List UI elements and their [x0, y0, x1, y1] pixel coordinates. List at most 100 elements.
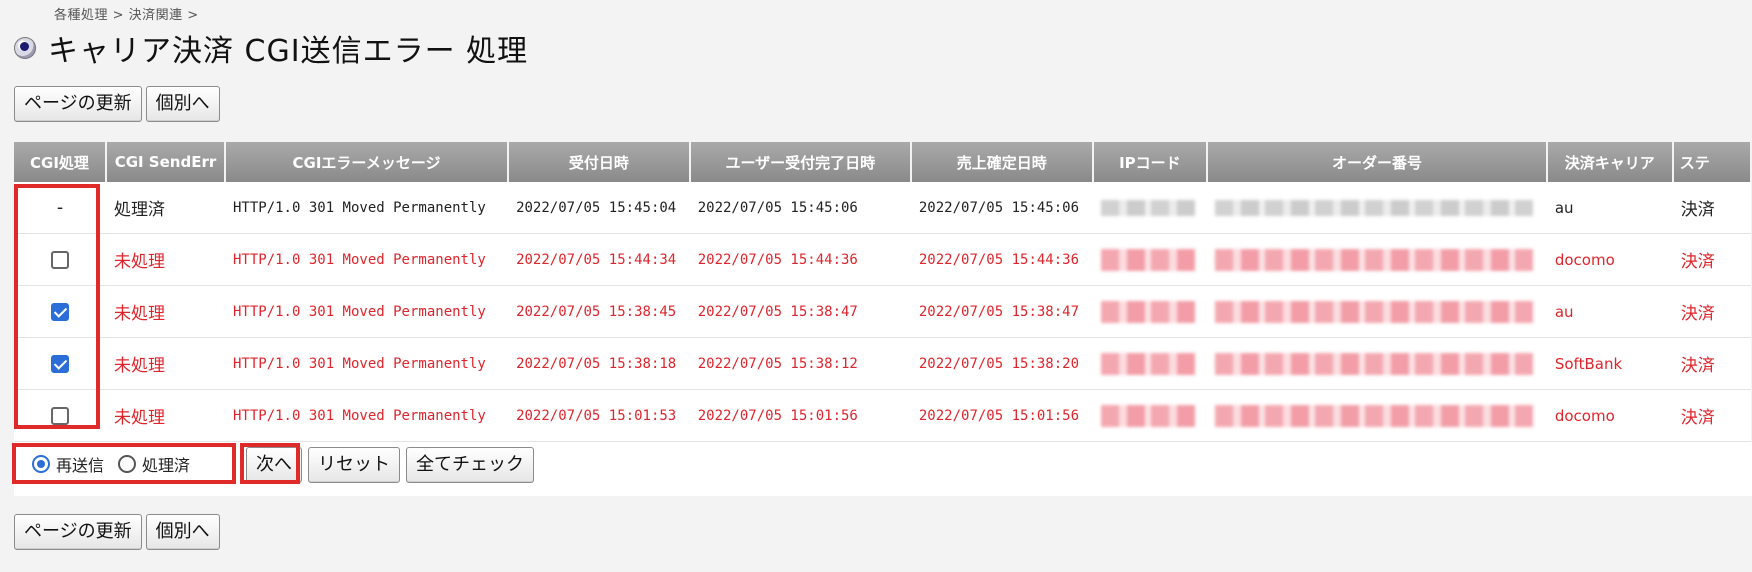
table-row: - 処理済 HTTP/1.0 301 Moved Permanently 202…: [14, 182, 1751, 234]
table-row: 未処理 HTTP/1.0 301 Moved Permanently 2022/…: [14, 233, 1751, 286]
carrier-cell: au: [1546, 285, 1673, 338]
order-number-cell: [1207, 233, 1547, 286]
received-cell: 2022/07/05 15:38:45: [508, 285, 690, 338]
order-number-cell: [1207, 337, 1547, 390]
row-checkbox[interactable]: [50, 354, 69, 373]
next-button[interactable]: 次へ: [246, 447, 302, 483]
status-cell: 決済: [1672, 182, 1751, 234]
header-cgi-error-message: CGIエラーメッセージ: [224, 142, 510, 182]
row-checkbox[interactable]: [50, 406, 69, 425]
top-button-row: ページの更新 個別へ: [14, 86, 220, 122]
ip-code-cell: [1092, 337, 1208, 390]
message-cell: HTTP/1.0 301 Moved Permanently: [224, 389, 509, 442]
title-row: キャリア決済 CGI送信エラー 処理: [14, 26, 528, 70]
header-user-complete-datetime: ユーザー受付完了日時: [689, 142, 912, 182]
message-cell: HTTP/1.0 301 Moved Permanently: [224, 285, 509, 338]
send-err-cell: 処理済: [105, 182, 225, 234]
redacted-ip: [1100, 352, 1195, 375]
table-header-row: CGI処理 CGI SendErr CGIエラーメッセージ 受付日時 ユーザー受…: [14, 142, 1752, 182]
row-checkbox[interactable]: [50, 250, 69, 269]
order-number-cell: [1207, 285, 1547, 338]
ip-code-cell: [1092, 182, 1208, 234]
status-cell: 決済: [1672, 233, 1751, 286]
order-number-cell: [1207, 182, 1547, 234]
send-err-cell: 未処理: [105, 389, 225, 442]
message-cell: HTTP/1.0 301 Moved Permanently: [224, 233, 509, 286]
send-err-cell: 未処理: [105, 233, 225, 286]
header-cgi-process: CGI処理: [14, 142, 107, 182]
header-received-datetime: 受付日時: [508, 142, 691, 182]
send-err-cell: 未処理: [105, 285, 225, 338]
page-title: キャリア決済 CGI送信エラー 処理: [48, 34, 529, 69]
redacted-order: [1215, 199, 1534, 216]
redacted-ip: [1100, 300, 1195, 323]
resend-radio-label[interactable]: 再送信: [56, 452, 104, 476]
ip-code-cell: [1092, 389, 1208, 442]
user-done-cell: 2022/07/05 15:44:36: [689, 233, 911, 286]
carrier-cell: SoftBank: [1546, 337, 1673, 390]
header-order-number: オーダー番号: [1207, 142, 1548, 182]
row-check-cell: [14, 337, 106, 390]
send-err-cell: 未処理: [105, 337, 225, 390]
redacted-ip: [1100, 248, 1195, 271]
row-checkbox[interactable]: [50, 302, 69, 321]
received-cell: 2022/07/05 15:01:53: [508, 389, 690, 442]
header-sale-fixed-datetime: 売上確定日時: [910, 142, 1094, 182]
received-cell: 2022/07/05 15:45:04: [508, 182, 690, 234]
table-row: 未処理 HTTP/1.0 301 Moved Permanently 2022/…: [14, 389, 1751, 442]
redacted-order: [1215, 300, 1534, 323]
user-done-cell: 2022/07/05 15:45:06: [689, 182, 911, 234]
processed-radio-label[interactable]: 処理済: [142, 452, 190, 476]
header-ip-code: IPコード: [1092, 142, 1209, 182]
action-radio-group: 再送信 処理済: [14, 445, 204, 483]
ip-code-cell: [1092, 233, 1208, 286]
header-cgi-senderr: CGI SendErr: [105, 142, 226, 182]
redacted-ip: [1100, 404, 1195, 427]
title-bullet-icon: [14, 37, 36, 59]
reset-button[interactable]: リセット: [308, 447, 400, 483]
status-cell: 決済: [1672, 389, 1751, 442]
user-done-cell: 2022/07/05 15:38:12: [689, 337, 911, 390]
table-row: 未処理 HTTP/1.0 301 Moved Permanently 2022/…: [14, 337, 1751, 390]
processed-dash: -: [54, 197, 66, 218]
carrier-cell: au: [1546, 182, 1673, 234]
row-check-cell: [14, 389, 106, 442]
table-row: 未処理 HTTP/1.0 301 Moved Permanently 2022/…: [14, 285, 1751, 338]
carrier-cell: docomo: [1546, 233, 1673, 286]
bottom-button-row: ページの更新 個別へ: [14, 514, 220, 550]
header-status: ステ: [1672, 142, 1752, 182]
sale-fixed-cell: 2022/07/05 15:38:20: [910, 337, 1093, 390]
header-carrier: 決済キャリア: [1546, 142, 1674, 182]
redacted-ip: [1100, 199, 1195, 216]
sale-fixed-cell: 2022/07/05 15:01:56: [910, 389, 1093, 442]
row-check-cell: [14, 233, 106, 286]
individual-button[interactable]: 個別へ: [145, 86, 220, 122]
message-cell: HTTP/1.0 301 Moved Permanently: [224, 182, 509, 234]
check-all-button[interactable]: 全てチェック: [406, 447, 534, 483]
redacted-order: [1215, 404, 1534, 427]
redacted-order: [1215, 352, 1534, 375]
action-button-row: 次へ リセット 全てチェック: [246, 447, 534, 483]
refresh-button[interactable]: ページの更新: [14, 86, 142, 122]
individual-button-bottom[interactable]: 個別へ: [145, 514, 220, 550]
message-cell: HTTP/1.0 301 Moved Permanently: [224, 337, 509, 390]
sale-fixed-cell: 2022/07/05 15:38:47: [910, 285, 1093, 338]
received-cell: 2022/07/05 15:44:34: [508, 233, 690, 286]
user-done-cell: 2022/07/05 15:01:56: [689, 389, 911, 442]
refresh-button-bottom[interactable]: ページの更新: [14, 514, 142, 550]
sale-fixed-cell: 2022/07/05 15:44:36: [910, 233, 1093, 286]
carrier-cell: docomo: [1546, 389, 1673, 442]
page-root: 各種処理 > 決済関連 > キャリア決済 CGI送信エラー 処理 ページの更新 …: [0, 0, 1752, 572]
redacted-order: [1215, 248, 1534, 271]
sale-fixed-cell: 2022/07/05 15:45:06: [910, 182, 1093, 234]
row-check-cell: -: [14, 182, 106, 234]
status-cell: 決済: [1672, 285, 1751, 338]
error-table: CGI処理 CGI SendErr CGIエラーメッセージ 受付日時 ユーザー受…: [14, 142, 1752, 442]
status-cell: 決済: [1672, 337, 1751, 390]
user-done-cell: 2022/07/05 15:38:47: [689, 285, 911, 338]
breadcrumb: 各種処理 > 決済関連 >: [54, 8, 199, 23]
order-number-cell: [1207, 389, 1547, 442]
processed-radio[interactable]: [118, 455, 137, 473]
ip-code-cell: [1092, 285, 1208, 338]
resend-radio[interactable]: [32, 455, 50, 473]
